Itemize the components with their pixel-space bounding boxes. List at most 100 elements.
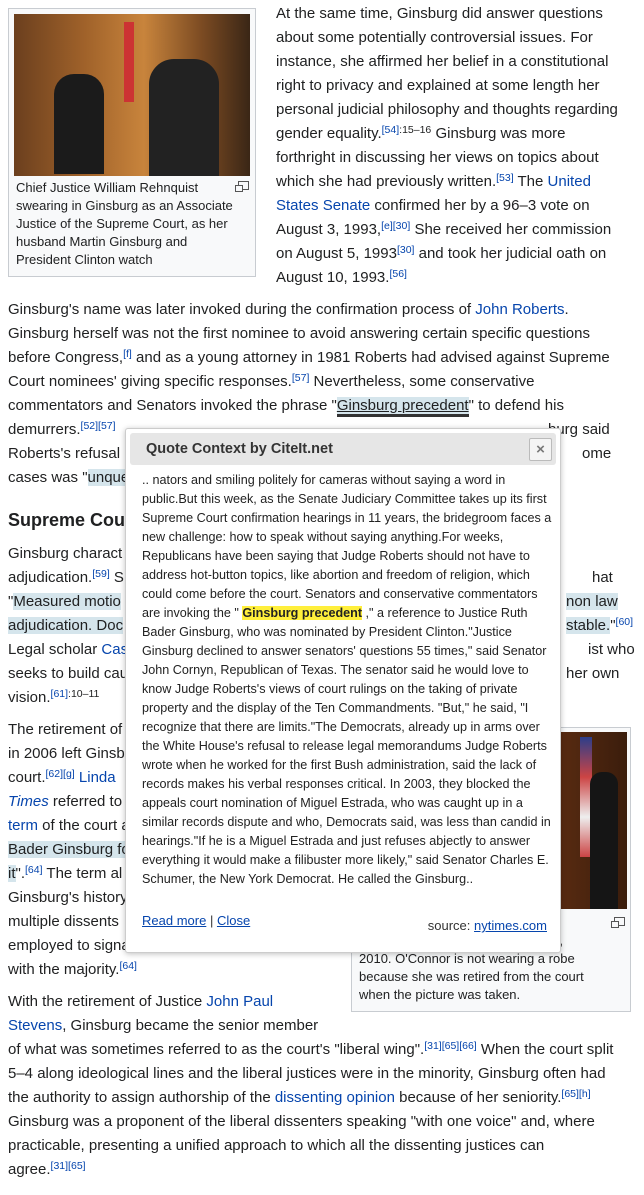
text-line: Legal scholar Cas — [8, 638, 128, 662]
text: court. — [8, 769, 46, 786]
source: source: nytimes.com — [428, 918, 547, 933]
photo-swearing-in[interactable] — [14, 14, 250, 176]
caption-line: when the picture was taken. — [359, 987, 521, 1002]
citation-link[interactable]: [54] — [382, 124, 400, 136]
text-line: employed to signal — [8, 934, 133, 958]
citation-link[interactable]: [61] — [51, 688, 69, 700]
cited-quote-highlight[interactable]: Measured motio — [13, 593, 121, 610]
text: commentators and Senators invoked the ph… — [8, 397, 337, 414]
text-line: agree.[31][65] — [8, 1158, 86, 1182]
read-more-link[interactable]: Read more — [142, 913, 206, 928]
text: adjudication. — [8, 569, 93, 586]
cited-quote-highlight[interactable]: Bader Ginsburg fo — [8, 841, 130, 858]
citation-link[interactable]: [52][57] — [81, 420, 116, 432]
caption-line: Chief Justice William Rehnquist — [16, 180, 199, 195]
text: and as a young attorney in 1981 Roberts … — [131, 349, 610, 366]
text: Nevertheless, some conservative — [309, 373, 535, 390]
text: multiple dissents — [8, 913, 119, 930]
cited-quote-highlight[interactable]: it — [8, 865, 16, 882]
text: When the court split — [476, 1041, 614, 1058]
text-line: the authority to assign authorship of th… — [8, 1086, 591, 1110]
text-line: demurrers.[52][57] — [8, 418, 116, 442]
text: Ginsburg was a proponent of the liberal … — [8, 1113, 595, 1130]
text: ". — [15, 865, 26, 882]
cited-quote-highlight[interactable]: stable. — [566, 617, 611, 634]
cited-quote-highlight[interactable]: unque — [87, 469, 130, 486]
text-line: term of the court a — [8, 814, 130, 838]
text: Ginsburg's history — [8, 889, 128, 906]
page-ref: :10–11 — [68, 688, 100, 700]
text-line: gender equality.[54]:15–16 Ginsburg was … — [276, 122, 566, 146]
wiki-link[interactable]: Times — [8, 793, 49, 810]
context-before: .. nators and smiling politely for camer… — [142, 473, 552, 620]
source-label: source: — [427, 918, 471, 933]
text: hat — [592, 569, 613, 586]
text: Ginsburg's name was later invoked during… — [8, 301, 476, 318]
wiki-link[interactable]: United — [548, 173, 591, 190]
source-link[interactable]: nytimes.com — [474, 918, 547, 933]
text: The retirement of — [8, 721, 123, 738]
text-line: Ginsburg charact — [8, 542, 122, 566]
wiki-link[interactable]: Linda — [79, 769, 116, 786]
enlarge-icon[interactable] — [611, 917, 625, 928]
text-line: forthright in discussing her views on to… — [276, 146, 599, 170]
text: with the majority. — [8, 961, 120, 978]
text: Court nominees' giving specific response… — [8, 373, 292, 390]
text-line: States Senate confirmed her by a 96–3 vo… — [276, 194, 590, 218]
text: which she had previously written. — [276, 173, 497, 190]
text-line: August 10, 1993.[56] — [276, 266, 407, 290]
wiki-link[interactable]: dissenting opinion — [275, 1089, 395, 1106]
close-icon[interactable]: × — [529, 438, 552, 461]
citation-link[interactable]: [31][65] — [51, 1160, 86, 1172]
text: S — [109, 569, 124, 586]
text: because of her seniority. — [394, 1089, 562, 1106]
text-line: adjudication. Doc — [8, 614, 124, 638]
context-after: ," a reference to Justice Ruth Bader Gin… — [142, 606, 551, 886]
text: personal judicial philosophy and thought… — [276, 101, 618, 118]
citation-link[interactable]: [64] — [25, 864, 43, 876]
text: in 2006 left Ginsb — [8, 745, 125, 762]
citation-link[interactable]: [e][30] — [381, 220, 410, 232]
citation-link[interactable]: [62][g] — [46, 768, 75, 780]
text-line: ome — [582, 442, 611, 466]
wiki-link[interactable]: John Paul — [206, 993, 273, 1010]
wiki-link[interactable]: term — [8, 817, 38, 834]
citation-link[interactable]: [f] — [123, 348, 132, 360]
text: referred to — [48, 793, 123, 810]
citation-link[interactable]: [57] — [292, 372, 310, 384]
citation-link[interactable]: [56] — [389, 268, 407, 280]
cited-quote-highlight[interactable]: adjudication. Doc — [8, 617, 124, 634]
text: forthright in discussing her views on to… — [276, 149, 599, 166]
text: The — [513, 173, 548, 190]
text: confirmed her by a 96–3 vote on — [370, 197, 590, 214]
text: Legal scholar — [8, 641, 102, 658]
text: on August 5, 1993 — [276, 245, 397, 262]
cited-quote-link[interactable]: Ginsburg precedent — [336, 397, 469, 417]
cited-quote-highlight[interactable]: non law — [566, 593, 618, 610]
citation-link[interactable]: [60] — [616, 616, 634, 628]
wiki-link[interactable]: John Roberts — [475, 301, 564, 318]
quote-highlight: Ginsburg precedent — [242, 606, 363, 620]
citation-link[interactable]: [64] — [119, 960, 137, 972]
close-link[interactable]: Close — [217, 913, 250, 928]
figure-swearing-in: Chief Justice William Rehnquist swearing … — [8, 8, 256, 277]
text: the authority to assign authorship of th… — [8, 1089, 275, 1106]
citation-link[interactable]: [31][65][66] — [424, 1040, 477, 1052]
citation-link[interactable]: [30] — [397, 244, 415, 256]
text-line: Bader Ginsburg fo — [8, 838, 130, 862]
text: " to defend his — [468, 397, 564, 414]
text-line: practicable, presenting a unified approa… — [8, 1134, 544, 1158]
wiki-link[interactable]: Stevens — [8, 1017, 62, 1034]
text-line: personal judicial philosophy and thought… — [276, 98, 618, 122]
citation-link[interactable]: [59] — [92, 568, 110, 580]
citation-link[interactable]: [65][h] — [561, 1088, 590, 1100]
caption-line: President Clinton watch — [16, 252, 153, 267]
wiki-link[interactable]: States Senate — [276, 197, 370, 214]
text: . — [564, 301, 569, 318]
text-line: With the retirement of Justice John Paul — [8, 990, 273, 1014]
text: her own — [566, 665, 620, 682]
text-line: multiple dissents — [8, 910, 119, 934]
enlarge-icon[interactable] — [235, 181, 249, 192]
citation-link[interactable]: [53] — [496, 172, 514, 184]
section-heading: Supreme Cou — [8, 510, 126, 530]
